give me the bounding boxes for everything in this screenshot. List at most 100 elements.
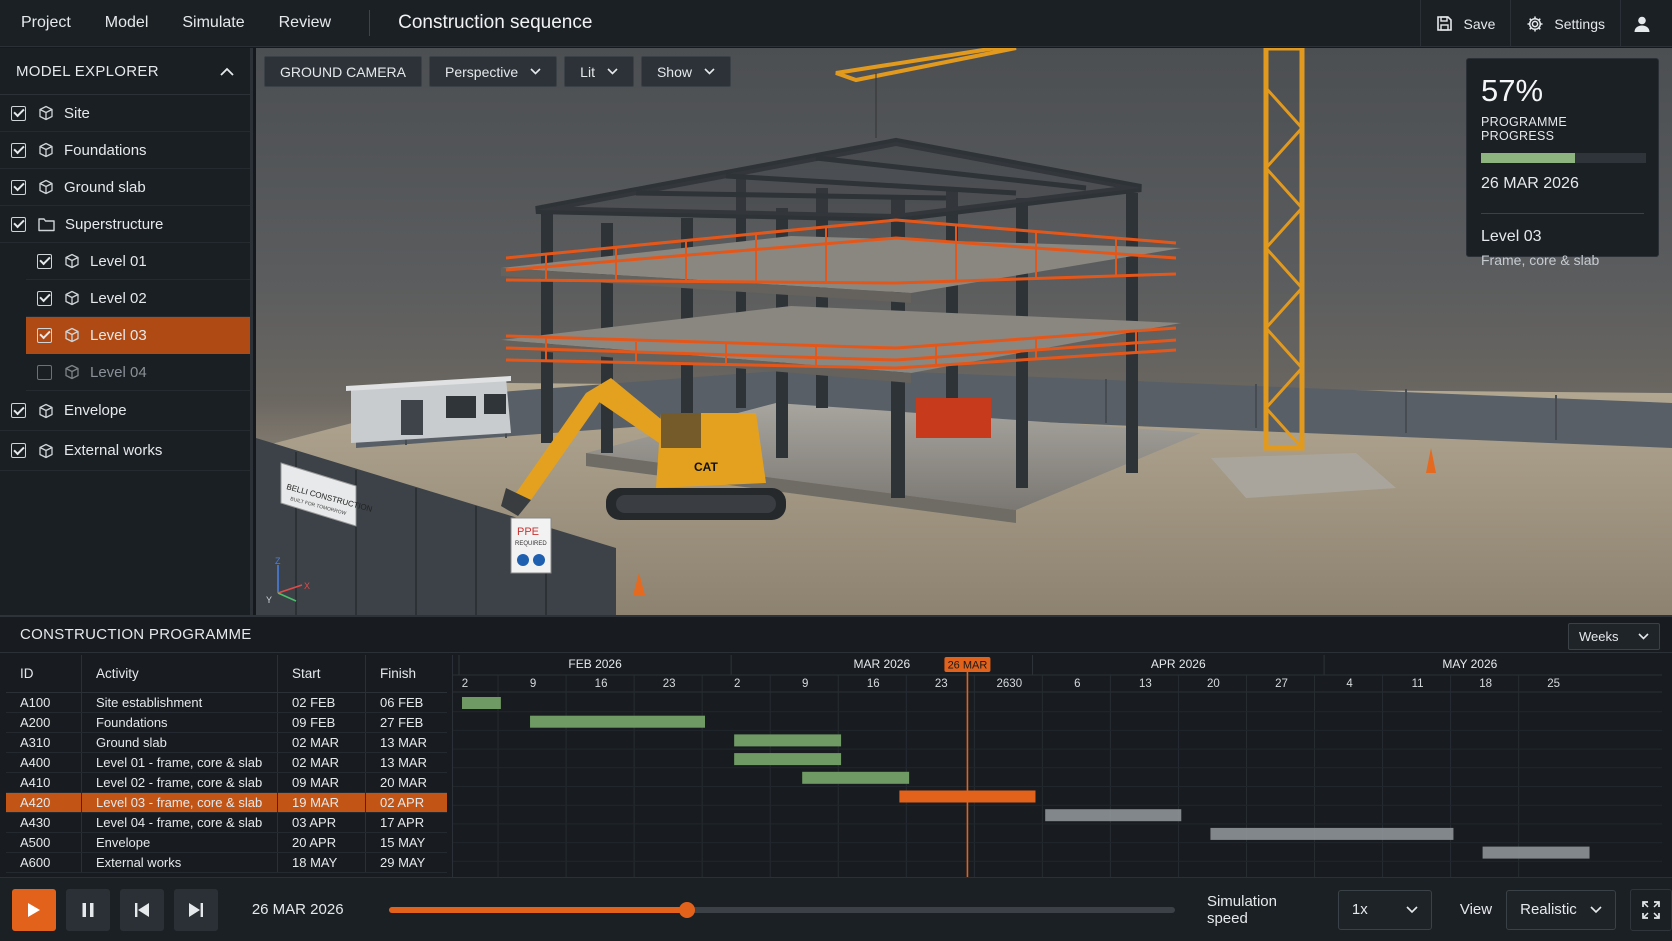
user-button[interactable] xyxy=(1620,0,1672,47)
cell-id: A310 xyxy=(6,733,82,752)
week-tick-label: 11 xyxy=(1412,678,1424,690)
timeline-slider-handle[interactable] xyxy=(679,901,696,918)
skip-forward-button[interactable] xyxy=(173,888,218,931)
visibility-checkbox[interactable] xyxy=(11,105,26,121)
camera-button[interactable]: GROUND CAMERA xyxy=(264,56,423,87)
speed-dropdown[interactable]: 1x xyxy=(1337,889,1432,930)
visibility-checkbox[interactable] xyxy=(11,142,26,158)
timeline-slider[interactable] xyxy=(388,901,1175,918)
gantt-bar-a600[interactable] xyxy=(1482,846,1590,859)
week-tick-label: 23 xyxy=(935,678,948,690)
cell-finish: 15 MAY xyxy=(380,835,426,850)
gantt-bar-a400[interactable] xyxy=(734,753,842,766)
visibility-checkbox[interactable] xyxy=(11,403,26,418)
table-row[interactable]: A410 Level 02 - frame, core & slab 09 MAR 2… xyxy=(6,773,447,793)
gantt-bar-a500[interactable] xyxy=(1210,827,1454,840)
column-header-start[interactable]: Start xyxy=(278,655,366,692)
tree-item-label: Site xyxy=(64,104,90,122)
playback-date: 26 MAR 2026 xyxy=(251,901,344,918)
visibility-checkbox[interactable] xyxy=(11,443,26,458)
skip-back-button[interactable] xyxy=(119,888,164,931)
chevron-down-icon xyxy=(607,68,618,75)
table-row[interactable]: A200 Foundations 09 FEB 27 FEB xyxy=(6,713,447,733)
tree-item-label: Foundations xyxy=(64,141,147,159)
table-row[interactable]: A420 Level 03 - frame, core & slab 19 MAR 0… xyxy=(6,793,447,813)
gantt-bar-a310[interactable] xyxy=(734,734,842,747)
tree-item-level-04[interactable]: Level 04 xyxy=(26,354,250,391)
pause-icon xyxy=(82,902,94,917)
gantt-bar-a200[interactable] xyxy=(530,715,705,728)
cell-start: 09 MAR xyxy=(278,773,366,792)
tree-item-level-03[interactable]: Level 03 xyxy=(26,317,250,354)
table-row[interactable]: A500 Envelope 20 APR 15 MAY xyxy=(6,833,447,853)
cell-finish: 13 MAR xyxy=(380,735,427,750)
construction-programme: CONSTRUCTION PROGRAMME Weeks ID Activity… xyxy=(0,615,1672,877)
cube-icon xyxy=(64,290,80,306)
save-icon xyxy=(1437,16,1453,31)
menu-item-project[interactable]: Project xyxy=(21,14,71,32)
progress-percent: 57% xyxy=(1481,73,1544,108)
month-label: FEB 2026 xyxy=(568,657,622,671)
column-header-finish[interactable]: Finish xyxy=(366,655,447,692)
cell-start: 02 MAR xyxy=(278,733,366,752)
gantt-bar-a410[interactable] xyxy=(802,771,910,784)
cell-start: 02 MAR xyxy=(278,753,366,772)
gantt-chart[interactable]: FEB 2026 MAR 2026 APR 2026 MAY 2026 2 9 16 23 2 9… xyxy=(452,655,1662,877)
column-header-activity[interactable]: Activity xyxy=(82,655,278,692)
table-row[interactable]: A600 External works 18 MAY 29 MAY xyxy=(6,853,447,873)
tree-item-foundations[interactable]: Foundations xyxy=(0,132,250,169)
projection-dropdown[interactable]: Perspective xyxy=(429,56,558,87)
table-row[interactable]: A100 Site establishment 02 FEB 06 FEB xyxy=(6,693,447,713)
table-row[interactable]: A400 Level 01 - frame, core & slab 02 MAR 1… xyxy=(6,753,447,773)
visibility-checkbox[interactable] xyxy=(37,253,52,269)
menu-item-model[interactable]: Model xyxy=(105,14,149,32)
cube-icon xyxy=(38,142,54,158)
tree-item-level-02[interactable]: Level 02 xyxy=(26,280,250,317)
settings-button[interactable]: Settings xyxy=(1510,0,1620,47)
3d-viewport[interactable]: BELLI CONSTRUCTION BUILT FOR TOMORROW PP… xyxy=(256,48,1672,615)
main-menu: Project Model Simulate Review xyxy=(21,14,365,32)
tree-item-envelope[interactable]: Envelope xyxy=(0,391,250,431)
fullscreen-button[interactable] xyxy=(1630,888,1672,931)
lighting-dropdown[interactable]: Lit xyxy=(564,56,634,87)
table-row[interactable]: A430 Level 04 - frame, core & slab 03 APR 1… xyxy=(6,813,447,833)
view-dropdown[interactable]: Realistic xyxy=(1506,889,1617,930)
visibility-checkbox[interactable] xyxy=(37,364,52,380)
show-dropdown[interactable]: Show xyxy=(640,56,731,87)
menu-item-review[interactable]: Review xyxy=(279,14,331,32)
month-label: MAR 2026 xyxy=(853,657,910,671)
table-row[interactable]: A310 Ground slab 02 MAR 13 MAR xyxy=(6,733,447,753)
tree-item-site[interactable]: Site xyxy=(0,95,250,132)
cell-id: A600 xyxy=(6,853,82,872)
pause-button[interactable] xyxy=(65,888,110,931)
skip-back-icon xyxy=(134,902,149,917)
settings-label: Settings xyxy=(1554,15,1605,32)
gantt-bar-a100[interactable] xyxy=(462,697,501,709)
explorer-header[interactable]: MODEL EXPLORER xyxy=(0,48,250,95)
save-button[interactable]: Save xyxy=(1420,0,1510,47)
axis-x-label: X xyxy=(304,581,310,591)
speed-value: 1x xyxy=(1351,901,1368,918)
visibility-checkbox[interactable] xyxy=(37,327,52,343)
tree-item-ground-slab[interactable]: Ground slab xyxy=(0,169,250,206)
tree-item-superstructure[interactable]: Superstructure xyxy=(0,206,250,243)
column-header-id[interactable]: ID xyxy=(6,655,82,692)
progress-label: PROGRAMME PROGRESS xyxy=(1481,115,1568,143)
gantt-bar-a430[interactable] xyxy=(1045,809,1182,822)
visibility-checkbox[interactable] xyxy=(11,216,26,232)
play-button[interactable] xyxy=(12,888,56,931)
simulation-speed-label: Simulation speed xyxy=(1206,892,1277,927)
timescale-dropdown[interactable]: Weeks xyxy=(1568,623,1660,650)
visibility-checkbox[interactable] xyxy=(11,179,26,195)
tree-item-level-01[interactable]: Level 01 xyxy=(26,243,250,280)
visibility-checkbox[interactable] xyxy=(37,290,52,306)
show-label: Show xyxy=(656,63,692,80)
week-tick-label: 4 xyxy=(1346,678,1353,690)
tree-item-external-works[interactable]: External works xyxy=(0,431,250,471)
chevron-up-icon[interactable] xyxy=(220,67,234,76)
tree-item-label: Ground slab xyxy=(64,178,146,196)
cube-icon xyxy=(64,253,80,269)
week-tick-label: 2630 xyxy=(997,678,1023,690)
menu-item-simulate[interactable]: Simulate xyxy=(182,14,244,32)
cell-activity: Level 04 - frame, core & slab xyxy=(82,813,278,832)
